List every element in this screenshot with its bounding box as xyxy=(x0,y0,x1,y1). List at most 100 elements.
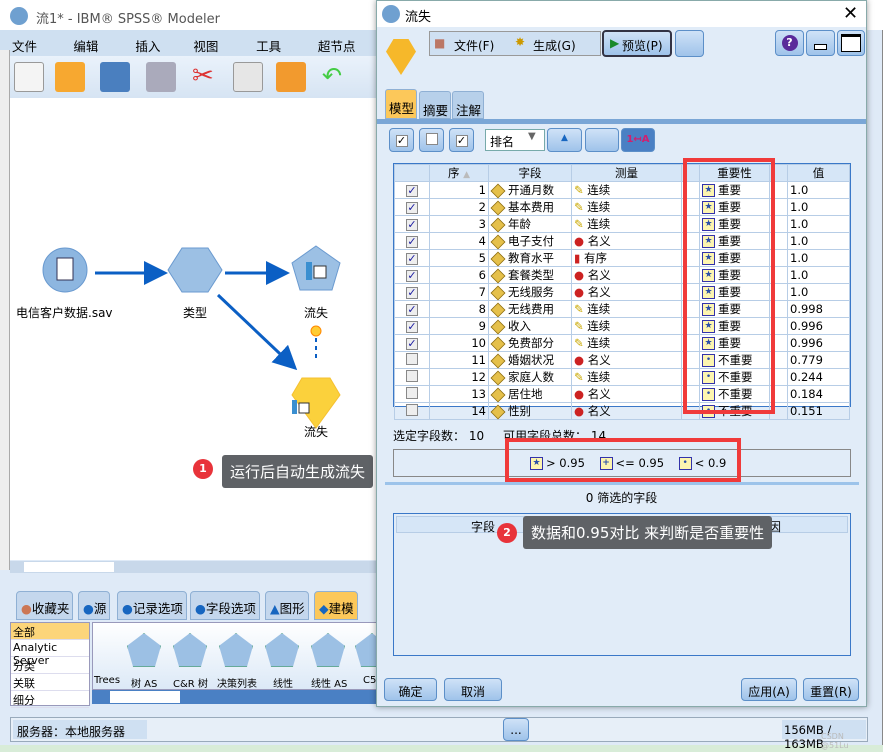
table-row[interactable]: 12 家庭人数 ✎ 连续 • 不重要 0.244 xyxy=(394,368,850,386)
palette-node-trees[interactable]: Trees xyxy=(94,675,120,686)
help-button[interactable]: ? xyxy=(775,30,804,56)
row-checkbox[interactable]: ✓ xyxy=(394,198,430,216)
menu-insert[interactable]: 插入(I) xyxy=(123,30,181,70)
canvas-hscrollbar[interactable] xyxy=(10,561,380,573)
screened-col-field[interactable]: 字段 xyxy=(471,518,495,535)
cancel-button[interactable]: 取消 xyxy=(444,678,502,701)
apply-button[interactable]: 应用(A) xyxy=(741,678,797,701)
menu-tools[interactable]: 工具(T) xyxy=(244,30,306,70)
table-row[interactable]: ✓ 4 电子支付 ● 名义 ★ 重要 1.0 xyxy=(394,232,850,250)
cut-icon[interactable]: ✂ xyxy=(192,62,222,92)
tab-annotation[interactable]: 注解 xyxy=(452,91,485,119)
new-icon[interactable] xyxy=(14,62,44,92)
palette-node-decision-list[interactable]: 决策列表 xyxy=(217,675,257,690)
close-icon[interactable]: ✕ xyxy=(843,3,858,24)
toggle-check-button[interactable]: ✓ xyxy=(449,128,474,152)
row-checkbox[interactable]: ✓ xyxy=(394,300,430,318)
tab-model[interactable]: 模型 xyxy=(385,89,418,119)
menu-dialog-file[interactable]: 文件(F) xyxy=(454,37,494,54)
ok-button[interactable]: 确定 xyxy=(384,678,437,701)
preview-button[interactable]: ▶ 预览(P) xyxy=(602,30,672,57)
menu-dialog-generate[interactable]: 生成(G) xyxy=(533,37,576,54)
decision-list-icon[interactable] xyxy=(219,633,253,667)
palette-node-c5[interactable]: C5 xyxy=(363,675,376,686)
tree-as-icon[interactable] xyxy=(127,633,161,667)
category-all[interactable]: 全部 xyxy=(11,623,89,640)
print-icon[interactable] xyxy=(146,62,176,92)
category-association[interactable]: 关联 xyxy=(11,674,89,691)
table-row[interactable]: 13 居住地 ● 名义 • 不重要 0.184 xyxy=(394,385,850,403)
copy-button[interactable] xyxy=(585,128,619,152)
row-checkbox[interactable]: ✓ xyxy=(394,266,430,284)
palette-tab-field-ops[interactable]: ●字段选项 xyxy=(190,591,260,620)
category-classification[interactable]: 分类 xyxy=(11,657,89,674)
row-checkbox[interactable]: ✓ xyxy=(394,215,430,233)
table-row[interactable]: ✓ 2 基本费用 ✎ 连续 ★ 重要 1.0 xyxy=(394,198,850,216)
col-value[interactable]: 值 xyxy=(787,164,850,182)
row-checkbox[interactable]: ✓ xyxy=(394,317,430,335)
table-row[interactable]: 11 婚姻状况 ● 名义 • 不重要 0.779 xyxy=(394,351,850,369)
palette-node-linear[interactable]: 线性 xyxy=(273,675,293,690)
sort-order-button[interactable]: 1↤A xyxy=(621,128,655,152)
sort-ascending-button[interactable]: ▲ xyxy=(547,128,582,152)
palette-node-tree-as[interactable]: 树 AS xyxy=(131,675,157,690)
type-node-label[interactable]: 类型 xyxy=(183,304,207,321)
copy-icon[interactable] xyxy=(233,62,263,92)
table-row[interactable]: ✓ 1 开通月数 ✎ 连续 ★ 重要 1.0 xyxy=(394,181,850,199)
category-analytic-server[interactable]: Analytic Server xyxy=(11,640,89,667)
category-segmentation[interactable]: 细分 xyxy=(11,691,89,708)
add-to-stream-button[interactable] xyxy=(675,30,704,57)
table-row[interactable]: ✓ 7 无线服务 ● 名义 ★ 重要 1.0 xyxy=(394,283,850,301)
row-checkbox[interactable]: ✓ xyxy=(394,181,430,199)
row-checkbox[interactable]: ✓ xyxy=(394,334,430,352)
palette-hscrollbar[interactable] xyxy=(92,690,382,704)
reset-button[interactable]: 重置(R) xyxy=(803,678,859,701)
table-row[interactable]: ✓ 5 教育水平 ▮ 有序 ★ 重要 1.0 xyxy=(394,249,850,267)
table-row[interactable]: 14 性别 ● 名义 • 不重要 0.151 xyxy=(394,402,850,420)
row-checkbox[interactable] xyxy=(394,402,430,420)
table-row[interactable]: ✓ 6 套餐类型 ● 名义 ★ 重要 1.0 xyxy=(394,266,850,284)
palette-tab-record-ops[interactable]: ●记录选项 xyxy=(117,591,187,620)
paste-icon[interactable] xyxy=(276,62,306,92)
check-all-button[interactable]: ✓ xyxy=(389,128,414,152)
row-checkbox[interactable] xyxy=(394,385,430,403)
palette-tab-sources[interactable]: ●源 xyxy=(78,591,111,620)
menu-view[interactable]: 视图(V) xyxy=(181,30,244,70)
undo-icon[interactable]: ↶ xyxy=(322,62,352,92)
row-checkbox[interactable] xyxy=(394,368,430,386)
palette-tab-modeling[interactable]: ◆建模 xyxy=(314,591,358,620)
palette-node-cr-tree[interactable]: C&R 树 xyxy=(173,675,208,690)
server-status[interactable]: 服务器：本地服务器 xyxy=(13,720,147,739)
cr-tree-icon[interactable] xyxy=(173,633,207,667)
output-node-label[interactable]: 流失 xyxy=(304,304,328,321)
row-checkbox[interactable]: ✓ xyxy=(394,283,430,301)
maximize-button[interactable] xyxy=(837,30,865,56)
tab-summary[interactable]: 摘要 xyxy=(419,91,452,119)
col-rank[interactable]: 序 ▲ xyxy=(429,164,489,182)
col-measure[interactable]: 测量 xyxy=(571,164,682,182)
col-field[interactable]: 字段 xyxy=(488,164,572,182)
table-row[interactable]: ✓ 8 无线费用 ✎ 连续 ★ 重要 0.998 xyxy=(394,300,850,318)
table-row[interactable]: ✓ 3 年龄 ✎ 连续 ★ 重要 1.0 xyxy=(394,215,850,233)
model-node-label[interactable]: 流失 xyxy=(304,423,328,440)
menu-edit[interactable]: 编辑(E) xyxy=(61,30,123,70)
menu-supernode[interactable]: 超节点(S) xyxy=(306,30,380,70)
sort-select[interactable]: 排名 ▼ xyxy=(485,129,545,151)
minimize-button[interactable] xyxy=(806,30,835,56)
open-icon[interactable] xyxy=(55,62,85,92)
linear-as-icon[interactable] xyxy=(311,633,345,667)
row-checkbox[interactable]: ✓ xyxy=(394,249,430,267)
row-checkbox[interactable] xyxy=(394,351,430,369)
source-node-label[interactable]: 电信客户数据.sav xyxy=(16,304,113,321)
table-row[interactable]: ✓ 10 免费部分 ✎ 连续 ★ 重要 0.996 xyxy=(394,334,850,352)
stream-canvas[interactable]: 电信客户数据.sav 类型 流失 流失 xyxy=(10,98,380,560)
palette-tab-graphs[interactable]: ▲图形 xyxy=(265,591,309,620)
uncheck-all-button[interactable] xyxy=(419,128,444,152)
splitter[interactable] xyxy=(385,482,859,485)
palette-tab-favorites[interactable]: ●收藏夹 xyxy=(16,591,74,620)
ellipsis-button[interactable]: ... xyxy=(503,718,529,741)
palette-node-linear-as[interactable]: 线性 AS xyxy=(311,675,347,690)
save-icon[interactable] xyxy=(100,62,130,92)
table-row[interactable]: ✓ 9 收入 ✎ 连续 ★ 重要 0.996 xyxy=(394,317,850,335)
linear-icon[interactable] xyxy=(265,633,299,667)
